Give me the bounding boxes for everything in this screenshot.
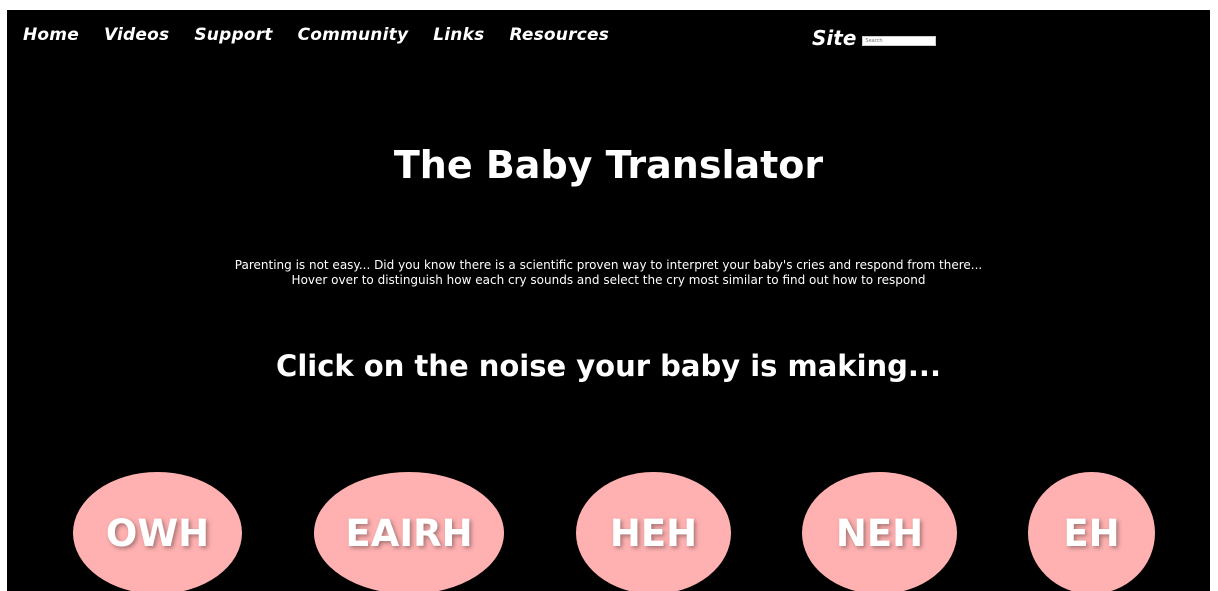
nav-resources-link[interactable]: Resources bbox=[509, 25, 609, 45]
intro-line-2: Hover over to distinguish how each cry s… bbox=[291, 273, 926, 287]
cry-prompt: Click on the noise your baby is making..… bbox=[276, 349, 941, 383]
intro-line-1: Parenting is not easy... Did you know th… bbox=[234, 258, 983, 272]
nav-videos-link[interactable]: Videos bbox=[104, 25, 169, 45]
cry-button-eh[interactable]: EH bbox=[1028, 472, 1155, 591]
search-input[interactable] bbox=[862, 36, 937, 46]
intro-text: Parenting is not easy... Did you know th… bbox=[7, 258, 1210, 288]
page-title: The Baby Translator bbox=[393, 143, 824, 187]
cry-button-eairh[interactable]: EAIRH bbox=[314, 472, 504, 591]
nav-links-link[interactable]: Links bbox=[433, 25, 484, 45]
main-nav: Home Videos Support Community Links Reso… bbox=[23, 25, 609, 45]
cry-button-owh[interactable]: OWH bbox=[73, 472, 242, 591]
nav-home-link[interactable]: Home bbox=[23, 25, 79, 45]
nav-community-link[interactable]: Community bbox=[298, 25, 409, 45]
cry-button-heh[interactable]: HEH bbox=[576, 472, 731, 591]
site-search-label: Site bbox=[812, 26, 857, 50]
cry-button-neh[interactable]: NEH bbox=[802, 472, 957, 591]
site-search: Site bbox=[812, 26, 937, 50]
page-frame: Home Videos Support Community Links Reso… bbox=[7, 10, 1210, 591]
nav-support-link[interactable]: Support bbox=[194, 25, 272, 45]
